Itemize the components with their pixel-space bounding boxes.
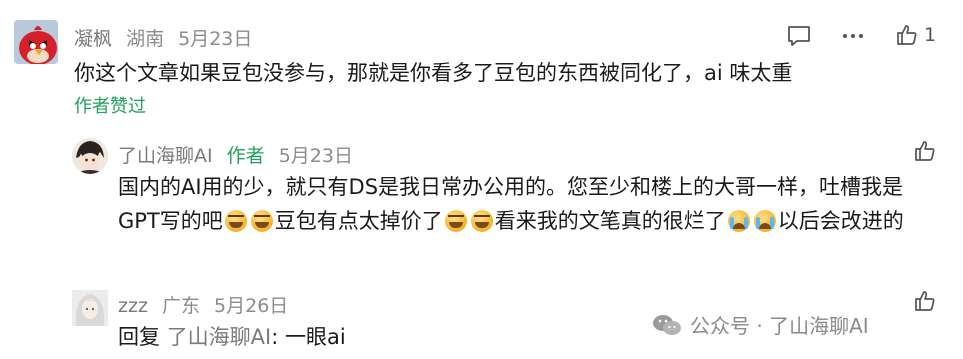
avatar[interactable] <box>72 290 108 326</box>
comment-item: 凝枫 湖南 5月23日 你这个文章如果豆包没参与，那就是你看多了豆包的东西被同化… <box>0 0 963 120</box>
comment-meta: 凝枫 湖南 5月23日 <box>74 24 252 51</box>
reply-meta: 了山海聊AI 作者 5月23日 <box>118 141 353 168</box>
thumbs-up-icon <box>915 141 935 161</box>
laugh-cry-emoji <box>470 210 493 232</box>
like-button[interactable]: 1 <box>896 22 942 48</box>
username[interactable]: 了山海聊AI <box>118 145 213 167</box>
reply-content: : 一眼ai <box>271 325 346 349</box>
avatar[interactable] <box>72 138 108 174</box>
more-button[interactable] <box>840 26 866 46</box>
reply-text-part: 豆包有点太掉价了 <box>274 209 443 233</box>
reply-button[interactable] <box>786 24 812 48</box>
like-button[interactable] <box>912 138 938 164</box>
reply-text: 回复 了山海聊AI: 一眼ai <box>118 320 346 354</box>
reply-date: 5月26日 <box>214 295 289 317</box>
angry-bird-avatar <box>14 20 58 64</box>
author-badge: 作者 <box>226 145 265 167</box>
like-button[interactable] <box>912 288 938 314</box>
comment-text: 你这个文章如果豆包没参与，那就是你看多了豆包的东西被同化了，ai 味太重 <box>74 61 793 85</box>
comment-date: 5月23日 <box>178 28 253 50</box>
reply-target-link[interactable]: 了山海聊AI <box>167 325 272 349</box>
reply-date: 5月23日 <box>278 145 353 167</box>
location: 广东 <box>161 295 200 317</box>
thumbs-up-icon <box>915 291 935 311</box>
laugh-cry-emoji <box>444 210 467 232</box>
watermark-text: 公众号 · 了山海聊AI <box>690 314 869 338</box>
reply-text-part: 看来我的文笔真的很烂了 <box>494 209 726 233</box>
reply-text-part: 以后会改进的 <box>777 209 904 233</box>
username[interactable]: zzz <box>118 295 148 317</box>
reply-text: 国内的AI用的少，就只有DS是我日常办公用的。您至少和楼上的大哥一样，吐槽我是G… <box>118 170 938 238</box>
sob-emoji <box>727 210 750 232</box>
liked-by-author-label: 作者赞过 <box>74 96 146 117</box>
reply-item: zzz 广东 5月26日 回复 了山海聊AI: 一眼ai 公众号 · 了山海聊A… <box>0 282 963 359</box>
reply-item: 了山海聊AI 作者 5月23日 国内的AI用的少，就只有DS是我日常办公用的。您… <box>0 130 963 270</box>
username[interactable]: 凝枫 <box>74 28 112 50</box>
watermark: 公众号 · 了山海聊AI <box>652 310 869 339</box>
more-dots-icon <box>843 34 863 38</box>
like-count: 1 <box>924 24 937 46</box>
reply-prefix: 回复 <box>118 325 160 349</box>
wechat-icon <box>653 314 681 335</box>
girl-avatar <box>72 290 108 326</box>
sob-emoji <box>753 210 776 232</box>
thumbs-up-icon <box>897 25 917 45</box>
reply-meta: zzz 广东 5月26日 <box>118 291 288 318</box>
avatar[interactable] <box>14 20 58 64</box>
location: 湖南 <box>126 28 165 50</box>
anime-avatar <box>72 138 108 174</box>
comment-icon <box>788 26 810 46</box>
laugh-cry-emoji <box>224 210 247 232</box>
laugh-cry-emoji <box>250 210 273 232</box>
